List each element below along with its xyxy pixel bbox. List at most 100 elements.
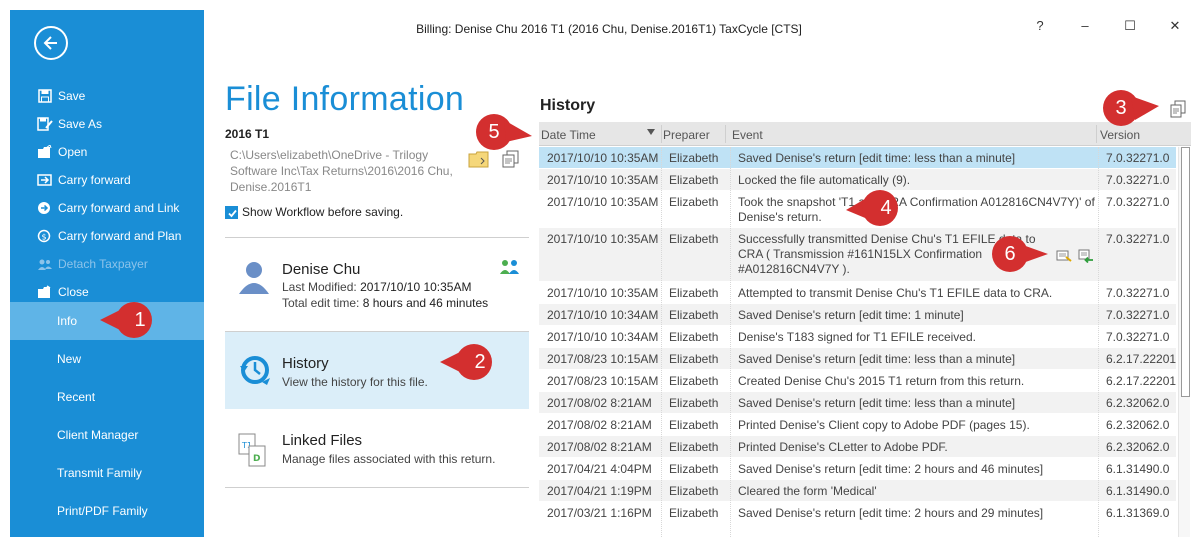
cell-preparer: Elizabeth [669, 506, 719, 520]
edit-time-line: Total edit time: 8 hours and 46 minutes [282, 296, 488, 311]
callout-number: 3 [1115, 97, 1127, 119]
cell-preparer: Elizabeth [669, 440, 719, 454]
sidebar-item-detach-taxpayer[interactable]: Detach Taxpayer [10, 250, 204, 278]
sort-descending-icon[interactable] [647, 129, 655, 135]
sidebar-item-carry-forward[interactable]: Carry forward [10, 166, 204, 194]
cell-preparer: Elizabeth [669, 462, 719, 476]
sidebar-item-label: Close [58, 285, 89, 299]
sidebar-item-open[interactable]: Open [10, 138, 204, 166]
history-icon [237, 352, 273, 391]
checkmark-icon [228, 209, 237, 217]
table-row[interactable]: 2017/10/10 10:35AM Elizabeth Saved Denis… [539, 147, 1176, 169]
table-row[interactable]: 2017/10/10 10:35AM Elizabeth Attempted t… [539, 282, 1176, 304]
cell-version: 6.2.32062.0 [1106, 418, 1170, 432]
cell-preparer: Elizabeth [669, 396, 719, 410]
help-button[interactable]: ? [1025, 18, 1055, 33]
cell-version: 7.0.32271.0 [1106, 173, 1170, 187]
cell-event: Saved Denise's return [edit time: 1 minu… [738, 308, 964, 322]
maximize-button[interactable]: ☐ [1115, 18, 1145, 34]
minimize-button[interactable]: – [1070, 18, 1100, 33]
column-separator[interactable] [661, 125, 662, 143]
table-row[interactable]: 2017/08/02 8:21AM Elizabeth Printed Deni… [539, 414, 1176, 436]
sidebar-item-save-as[interactable]: Save As [10, 110, 204, 138]
column-divider [661, 147, 662, 537]
divider [225, 487, 529, 488]
last-modified-line: Last Modified: 2017/10/10 10:35AM [282, 280, 471, 295]
scrollbar-thumb[interactable] [1181, 147, 1190, 397]
cell-version: 6.1.31369.0 [1106, 506, 1170, 520]
table-row[interactable]: 2017/08/02 8:21AM Elizabeth Printed Deni… [539, 436, 1176, 458]
close-button[interactable]: ✕ [1160, 18, 1190, 34]
callout-6: 6 [990, 234, 1048, 274]
sidebar-item-print-pdf-family[interactable]: Print/PDF Family [10, 492, 204, 530]
back-button[interactable] [34, 26, 68, 60]
backstage-sidebar: Save Save As Open Carry forward Carry fo… [10, 10, 204, 537]
table-row[interactable]: 2017/08/23 10:15AM Elizabeth Created Den… [539, 370, 1176, 392]
sidebar-file-commands: Save Save As Open Carry forward Carry fo… [10, 82, 204, 306]
file-path: C:\Users\elizabeth\OneDrive - Trilogy So… [230, 148, 453, 194]
cell-preparer: Elizabeth [669, 418, 719, 432]
save-as-icon [36, 116, 54, 132]
cell-event: Printed Denise's Client copy to Adobe PD… [738, 418, 1030, 432]
cell-preparer: Elizabeth [669, 173, 719, 187]
cell-preparer: Elizabeth [669, 484, 719, 498]
show-workflow-checkbox[interactable] [225, 205, 238, 219]
open-folder-icon[interactable] [468, 150, 490, 171]
column-separator[interactable] [725, 125, 726, 143]
sidebar-item-label: Open [58, 145, 88, 159]
cell-preparer: Elizabeth [669, 195, 719, 209]
callout-number: 2 [474, 351, 486, 373]
table-row[interactable]: 2017/04/21 1:19PM Elizabeth Cleared the … [539, 480, 1176, 502]
cell-date: 2017/10/10 10:34AM [547, 330, 659, 344]
cell-version: 6.2.32062.0 [1106, 396, 1170, 410]
linked-files-card[interactable]: T1 D Linked Files Manage files associated… [225, 420, 529, 486]
view-snapshot-icon[interactable] [1056, 249, 1072, 266]
table-row[interactable]: 2017/10/10 10:34AM Elizabeth Saved Denis… [539, 304, 1176, 326]
column-version[interactable]: Version [1100, 128, 1140, 142]
cell-date: 2017/08/02 8:21AM [547, 396, 652, 410]
table-row[interactable]: 2017/08/23 10:15AM Elizabeth Saved Denis… [539, 348, 1176, 370]
cell-preparer: Elizabeth [669, 151, 719, 165]
history-scrollbar[interactable] [1178, 147, 1190, 537]
sidebar-item-label: Save [58, 89, 86, 103]
table-row[interactable]: 2017/08/02 8:21AM Elizabeth Saved Denise… [539, 392, 1176, 414]
history-heading: History [540, 97, 596, 114]
cell-preparer: Elizabeth [669, 352, 719, 366]
show-workflow-checkbox-row[interactable]: Show Workflow before saving. [225, 205, 403, 219]
history-card-subtitle: View the history for this file. [282, 375, 428, 389]
cell-version: 7.0.32271.0 [1106, 232, 1170, 246]
history-card-title: History [282, 355, 329, 372]
sidebar-item-recent[interactable]: Recent [10, 378, 204, 416]
cell-date: 2017/10/10 10:35AM [547, 173, 659, 187]
cell-event: Took the snapshot 'T1 and CRA Confirmati… [738, 195, 1095, 224]
sidebar-item-carry-forward-plan[interactable]: $ Carry forward and Plan [10, 222, 204, 250]
table-row[interactable]: 2017/04/21 4:04PM Elizabeth Saved Denise… [539, 458, 1176, 480]
cell-date: 2017/10/10 10:35AM [547, 151, 659, 165]
table-row[interactable]: 2017/10/10 10:34AM Elizabeth Denise's T1… [539, 326, 1176, 348]
copy-path-icon[interactable] [502, 150, 520, 171]
linked-files-subtitle: Manage files associated with this return… [282, 452, 496, 466]
sidebar-item-carry-forward-link[interactable]: Carry forward and Link [10, 194, 204, 222]
sidebar-item-transmit-family[interactable]: Transmit Family [10, 454, 204, 492]
divider [225, 237, 529, 238]
column-event[interactable]: Event [732, 128, 763, 142]
sidebar-item-save[interactable]: Save [10, 82, 204, 110]
cell-date: 2017/08/23 10:15AM [547, 374, 659, 388]
table-row[interactable]: 2017/10/10 10:35AM Elizabeth Successfull… [539, 228, 1176, 282]
sidebar-item-client-manager[interactable]: Client Manager [10, 416, 204, 454]
cell-event: Saved Denise's return [edit time: less t… [738, 396, 1016, 410]
edit-time-label: Total edit time: [282, 296, 360, 310]
sidebar-item-new[interactable]: New [10, 340, 204, 378]
column-date-time[interactable]: Date Time [541, 128, 596, 142]
history-table-header: Date Time Preparer Event Version [539, 122, 1191, 146]
cell-event: Attempted to transmit Denise Chu's T1 EF… [738, 286, 1053, 300]
copy-history-icon[interactable] [1170, 100, 1186, 121]
table-row[interactable]: 2017/03/21 1:16PM Elizabeth Saved Denise… [539, 502, 1176, 524]
column-divider [1098, 147, 1099, 537]
sidebar-item-label: Client Manager [57, 428, 139, 442]
column-preparer[interactable]: Preparer [663, 128, 710, 142]
column-separator[interactable] [1096, 125, 1097, 143]
cell-event: Saved Denise's return [edit time: 2 hour… [738, 462, 1044, 476]
family-icon[interactable] [499, 258, 521, 279]
restore-snapshot-icon[interactable] [1078, 249, 1094, 266]
